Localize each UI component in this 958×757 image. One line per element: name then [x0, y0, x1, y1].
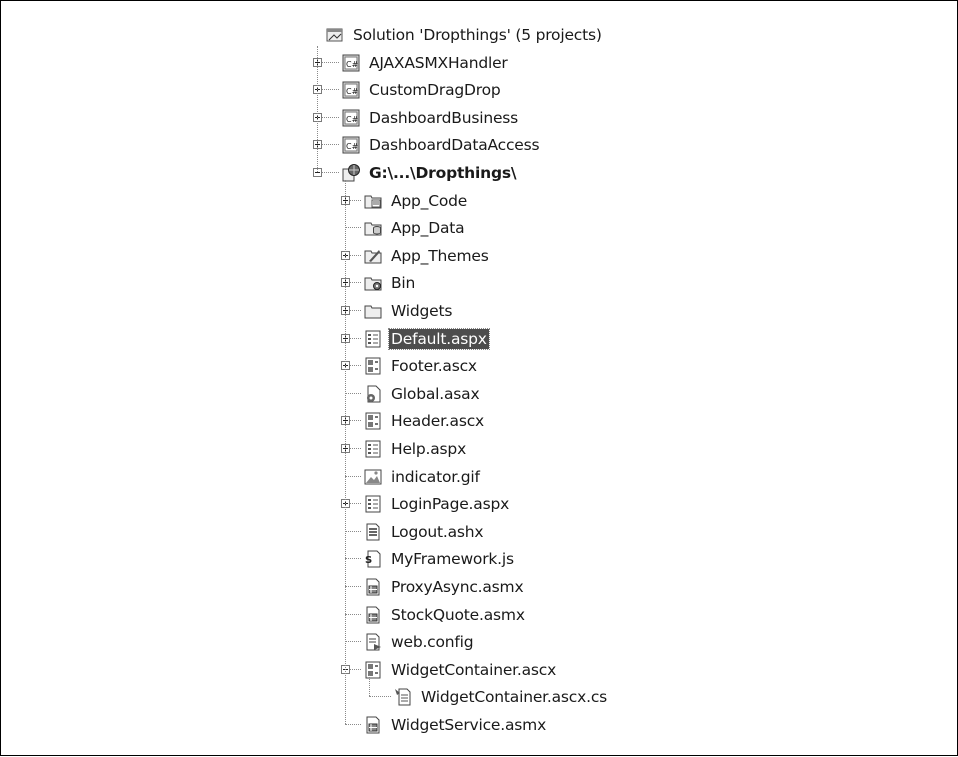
file-node[interactable]: ProxyAsync.asmx: [363, 573, 525, 600]
js-file-icon: S: [363, 549, 383, 569]
file-node[interactable]: App_Themes: [363, 242, 491, 269]
file-node[interactable]: Bin: [363, 269, 417, 296]
tree-connector: [345, 393, 361, 394]
svg-text:S: S: [365, 555, 372, 566]
file-node[interactable]: WidgetContainer.ascx: [363, 656, 558, 683]
file-label: MyFramework.js: [391, 549, 514, 568]
file-node[interactable]: web.config: [363, 628, 475, 655]
solution-node[interactable]: Solution 'Dropthings' (5 projects): [325, 21, 604, 48]
csharp-project-icon: C#: [341, 135, 361, 155]
tree-connector: [345, 531, 361, 532]
ascx-file-icon: [363, 411, 383, 431]
ashx-file-icon: [363, 522, 383, 542]
bin-folder-icon: [363, 273, 383, 293]
file-label: WidgetService.asmx: [391, 715, 547, 734]
svg-text:C#: C#: [346, 115, 359, 124]
project-node[interactable]: C# AJAXASMXHandler: [341, 49, 510, 76]
solution-icon: [325, 25, 345, 45]
image-file-icon: [363, 467, 383, 487]
tree-connector: [317, 46, 318, 172]
file-label: Widgets: [391, 301, 453, 320]
file-node[interactable]: Default.aspx: [363, 325, 490, 352]
asax-file-icon: [363, 384, 383, 404]
file-label: StockQuote.asmx: [391, 605, 525, 624]
project-label: DashboardBusiness: [369, 108, 519, 127]
file-label: App_Code: [391, 191, 468, 210]
csharp-project-icon: C#: [341, 53, 361, 73]
project-label: DashboardDataAccess: [369, 135, 540, 154]
file-label: LoginPage.aspx: [391, 494, 510, 513]
tree-connector: [345, 180, 346, 724]
solution-tree: Solution 'Dropthings' (5 projects) C# AJAX…: [1, 1, 958, 757]
file-label: Logout.ashx: [391, 522, 484, 541]
file-label: web.config: [391, 632, 474, 651]
project-label: G:\...\Dropthings\: [369, 163, 517, 182]
file-node[interactable]: S MyFramework.js: [363, 545, 516, 572]
file-node[interactable]: Logout.ashx: [363, 518, 485, 545]
tree-connector: [345, 558, 361, 559]
svg-text:C#: C#: [346, 60, 359, 69]
file-label: Header.ascx: [391, 411, 485, 430]
solution-explorer-panel: Solution 'Dropthings' (5 projects) C# AJAX…: [0, 0, 958, 756]
file-node[interactable]: Widgets: [363, 297, 454, 324]
file-node[interactable]: Help.aspx: [363, 435, 468, 462]
file-label: App_Data: [391, 218, 465, 237]
tree-connector: [369, 696, 391, 697]
file-node[interactable]: Footer.ascx: [363, 352, 479, 379]
file-node[interactable]: LoginPage.aspx: [363, 490, 511, 517]
tree-connector: [369, 675, 370, 696]
cs-code-file-icon: [393, 687, 413, 707]
ascx-file-icon: [363, 660, 383, 680]
csharp-project-icon: C#: [341, 80, 361, 100]
file-node[interactable]: WidgetService.asmx: [363, 711, 548, 738]
file-node[interactable]: WidgetContainer.ascx.cs: [393, 683, 609, 710]
project-label: CustomDragDrop: [369, 80, 501, 99]
tree-connector: [345, 227, 361, 228]
file-node[interactable]: App_Code: [363, 187, 469, 214]
app-data-folder-icon: [363, 218, 383, 238]
project-label: AJAXASMXHandler: [369, 53, 508, 72]
file-label: Help.aspx: [391, 439, 467, 458]
tree-connector: [345, 476, 361, 477]
project-node[interactable]: C# DashboardBusiness: [341, 104, 520, 131]
tree-connector: [345, 614, 361, 615]
file-node[interactable]: indicator.gif: [363, 463, 482, 490]
asmx-file-icon: [363, 577, 383, 597]
file-node[interactable]: App_Data: [363, 214, 466, 241]
aspx-file-icon: [363, 439, 383, 459]
ascx-file-icon: [363, 356, 383, 376]
file-label: App_Themes: [391, 246, 489, 265]
file-label: Global.asax: [391, 384, 480, 403]
aspx-file-icon: [363, 494, 383, 514]
file-label: WidgetContainer.ascx: [391, 660, 557, 679]
file-label: ProxyAsync.asmx: [391, 577, 524, 596]
file-label: indicator.gif: [391, 467, 480, 486]
project-node[interactable]: C# DashboardDataAccess: [341, 131, 541, 158]
app-code-folder-icon: [363, 191, 383, 211]
tree-connector: [345, 641, 361, 642]
config-file-icon: [363, 632, 383, 652]
tree-connector: [345, 586, 361, 587]
app-themes-folder-icon: [363, 246, 383, 266]
tree-connector: [345, 724, 361, 725]
file-label: Bin: [391, 273, 416, 292]
file-label: WidgetContainer.ascx.cs: [421, 687, 608, 706]
project-node[interactable]: C# CustomDragDrop: [341, 76, 503, 103]
website-project-icon: [341, 163, 361, 183]
project-node[interactable]: G:\...\Dropthings\: [341, 159, 518, 186]
file-label: Footer.ascx: [391, 356, 477, 375]
asmx-file-icon: [363, 605, 383, 625]
svg-text:C#: C#: [346, 142, 359, 151]
file-node[interactable]: Header.ascx: [363, 407, 486, 434]
solution-label: Solution 'Dropthings' (5 projects): [353, 25, 602, 44]
csharp-project-icon: C#: [341, 108, 361, 128]
file-node[interactable]: StockQuote.asmx: [363, 601, 527, 628]
file-node[interactable]: Global.asax: [363, 380, 481, 407]
file-label: Default.aspx: [388, 327, 490, 350]
svg-text:C#: C#: [346, 87, 359, 96]
aspx-file-icon: [363, 329, 383, 349]
asmx-file-icon: [363, 715, 383, 735]
folder-icon: [363, 301, 383, 321]
